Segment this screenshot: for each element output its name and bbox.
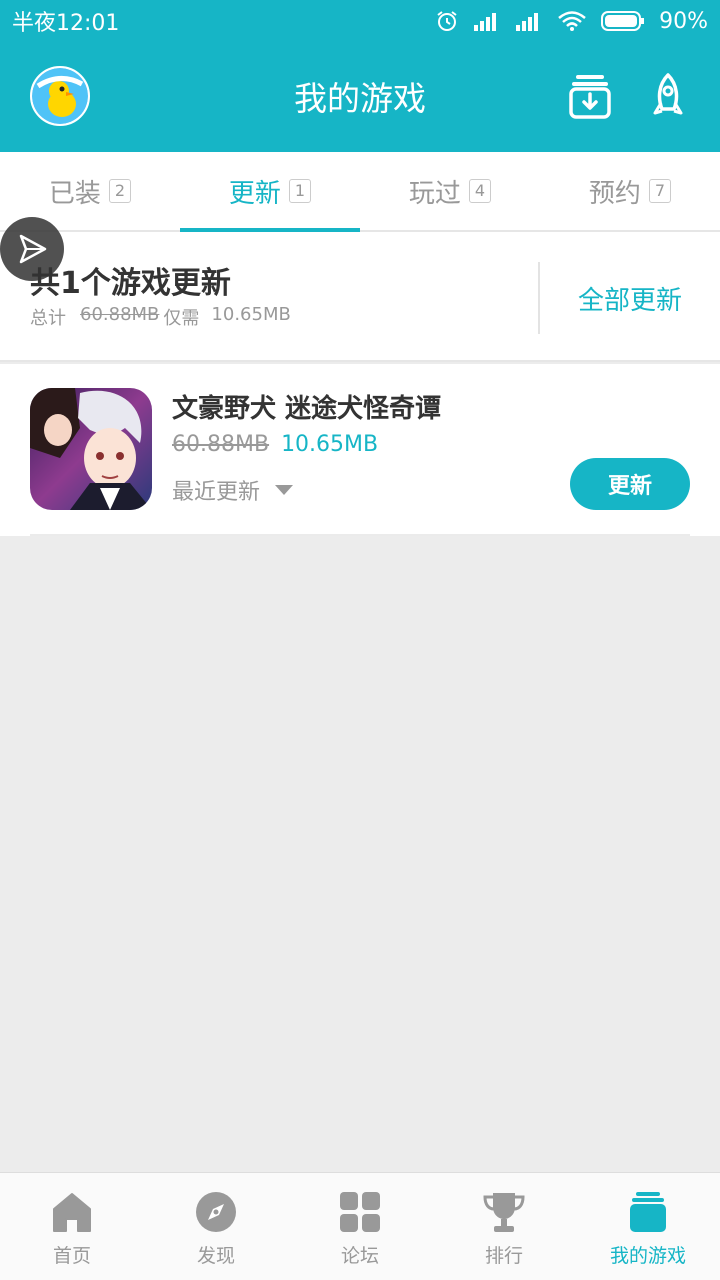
nav-label: 首页 [52, 1245, 91, 1267]
summary-title: 共1个游戏更新 [30, 266, 231, 301]
status-time: 半夜12:01 [12, 11, 120, 36]
recent-update-toggle[interactable]: 最近更新 [172, 474, 294, 506]
update-button[interactable]: 更新 [570, 458, 690, 510]
game-title[interactable]: 文豪野犬 迷途犬怪奇谭 [172, 388, 441, 425]
old-size: 60.88MB [172, 432, 270, 457]
status-bar: 半夜12:01 90% [0, 0, 720, 42]
signal-icon [474, 13, 497, 31]
tab-count-badge: 1 [288, 179, 312, 203]
alarm-icon [437, 11, 457, 31]
download-manager-button[interactable] [566, 70, 614, 122]
new-size: 10.65MB [281, 432, 379, 457]
game-sizes: 60.88MB 10.65MB [172, 432, 378, 457]
tab-reserved[interactable]: 预约 7 [540, 152, 720, 230]
paper-plane-icon [19, 234, 47, 264]
bottom-nav: 首页 发现 论坛 排行 我的游戏 [0, 1172, 720, 1280]
wifi-icon [558, 11, 586, 31]
tab-count-badge: 2 [108, 179, 132, 203]
tab-label: 预约 [588, 178, 641, 209]
battery-icon [601, 11, 645, 31]
stack-icon [630, 1192, 666, 1232]
game-artwork-icon [30, 388, 152, 510]
download-box-icon [569, 75, 611, 119]
nav-label: 我的游戏 [609, 1245, 686, 1267]
chevron-down-icon [275, 485, 294, 495]
nav-label: 发现 [196, 1245, 235, 1267]
summary-sizes: 总计 60.88MB 仅需 10.65MB [30, 304, 291, 330]
update-summary: 共1个游戏更新 总计 60.88MB 仅需 10.65MB 全部更新 [0, 232, 720, 362]
only-label: 仅需 [163, 308, 200, 329]
tab-bar: 已装 2 更新 1 玩过 4 预约 7 [0, 152, 720, 232]
nav-item-my-games[interactable]: 我的游戏 [576, 1173, 720, 1280]
update-all-button[interactable]: 全部更新 [540, 280, 720, 317]
battery-percent: 90% [659, 8, 708, 34]
tab-count-badge: 4 [468, 179, 492, 203]
nav-item-ranking[interactable]: 排行 [432, 1173, 576, 1280]
tab-label: 已装 [48, 178, 101, 209]
trophy-icon [483, 1193, 525, 1232]
tab-played[interactable]: 玩过 4 [360, 152, 540, 230]
status-icons: 90% [435, 9, 708, 34]
divider [30, 534, 690, 536]
home-icon [53, 1193, 91, 1232]
nav-item-home[interactable]: 首页 [0, 1173, 144, 1280]
total-label: 总计 [30, 308, 66, 329]
nav-item-forum[interactable]: 论坛 [288, 1173, 432, 1280]
tab-updates[interactable]: 更新 1 [180, 152, 360, 232]
only-size: 10.65MB [211, 304, 291, 325]
rocket-icon [653, 73, 683, 115]
compass-icon [196, 1192, 236, 1232]
floating-share-button[interactable] [0, 217, 64, 281]
tab-label: 更新 [228, 178, 281, 209]
tab-label: 玩过 [408, 178, 461, 209]
nav-label: 论坛 [340, 1245, 379, 1267]
total-size: 60.88MB [80, 304, 160, 325]
nav-item-discover[interactable]: 发现 [144, 1173, 288, 1280]
game-icon[interactable] [30, 388, 152, 510]
rocket-button[interactable] [644, 70, 692, 122]
app-header: 我的游戏 [0, 42, 720, 152]
nav-label: 排行 [484, 1245, 523, 1267]
signal-icon [516, 13, 539, 31]
list-item: 文豪野犬 迷途犬怪奇谭 60.88MB 10.65MB 最近更新 更新 [0, 364, 720, 536]
tab-count-badge: 7 [648, 179, 672, 203]
grid-icon [340, 1192, 380, 1232]
recent-update-label: 最近更新 [172, 480, 261, 505]
